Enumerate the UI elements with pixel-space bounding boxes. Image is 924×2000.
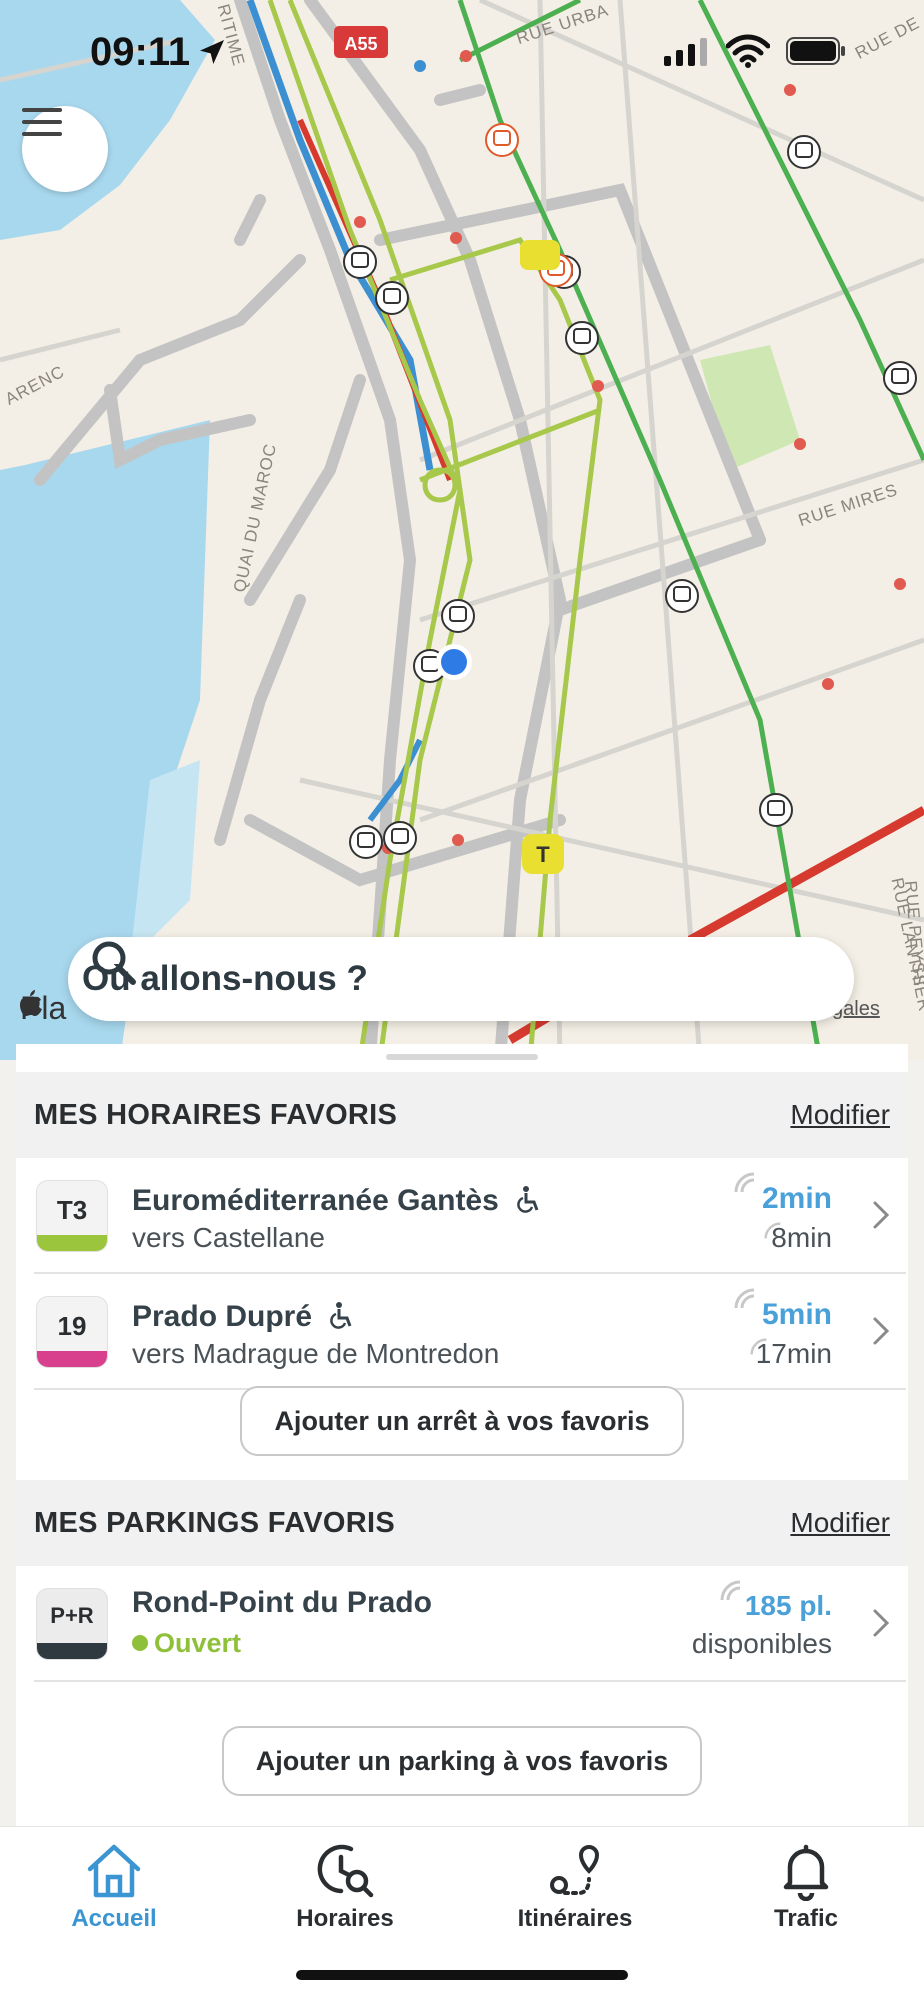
search-icon: [92, 941, 136, 985]
following-departure: 8min: [771, 1222, 832, 1253]
tab-itineraries[interactable]: Itinéraires: [475, 1841, 675, 1951]
wheelchair-icon: [330, 1302, 352, 1329]
schedules-title: MES HORAIRES FAVORIS: [34, 1098, 398, 1131]
chevron-right-icon: [873, 1201, 890, 1229]
line-badge-label: T3: [56, 1195, 88, 1225]
status-time: 09:11: [90, 30, 191, 74]
route-icon: [550, 1844, 600, 1895]
following-departure: 17min: [755, 1338, 832, 1369]
home-icon: [87, 1844, 141, 1898]
maps-credit: Pla: [20, 990, 67, 1026]
tab-schedules-label: Horaires: [296, 1905, 394, 1932]
search-input[interactable]: [82, 959, 722, 999]
hamburger-menu-icon: [22, 108, 62, 136]
realtime-icon: [734, 1288, 755, 1309]
stop-direction: vers Madrague de Montredon: [132, 1338, 500, 1369]
wheelchair-icon: [517, 1186, 539, 1213]
parkings-title: MES PARKINGS FAVORIS: [34, 1506, 396, 1539]
line-badge: T3: [36, 1180, 108, 1252]
chevron-right-icon: [873, 1317, 890, 1345]
stop-name: Prado Dupré: [132, 1300, 356, 1334]
tab-home[interactable]: Accueil: [14, 1841, 214, 1951]
next-departure: 5min: [761, 1298, 832, 1331]
tab-traffic[interactable]: Trafic: [706, 1841, 906, 1951]
next-departure: 2min: [761, 1182, 832, 1215]
search-bar[interactable]: [68, 937, 854, 1021]
schedule-row[interactable]: T3 Euroméditerranée Gantès vers Castella…: [34, 1158, 906, 1274]
svg-text:T: T: [536, 842, 550, 867]
tab-home-label: Accueil: [71, 1905, 157, 1932]
home-indicator[interactable]: [296, 1970, 628, 1980]
line-color-bar: [37, 1235, 107, 1251]
sheet-grabber[interactable]: [386, 1054, 538, 1060]
menu-button[interactable]: [22, 106, 108, 192]
park-badge-label: P+R: [50, 1603, 94, 1628]
chevron-right-icon: [873, 1609, 890, 1637]
schedules-modify-link[interactable]: Modifier: [790, 1099, 890, 1131]
schedule-row[interactable]: 19 Prado Dupré vers Madrague de Montredo…: [34, 1274, 906, 1390]
tab-schedules[interactable]: Horaires: [245, 1841, 445, 1951]
stop-name: Euroméditerranée Gantès: [132, 1184, 543, 1218]
line-badge: 19: [36, 1296, 108, 1368]
available-places-label: disponibles: [691, 1628, 832, 1659]
favorites-sheet: MES HORAIRES FAVORIS Modifier T3 Euroméd…: [16, 1044, 908, 1826]
add-stop-button[interactable]: Ajouter un arrêt à vos favoris: [240, 1386, 684, 1456]
status-bar: 09:11: [0, 0, 924, 110]
bell-icon: [783, 1844, 829, 1901]
realtime-icon: [734, 1172, 755, 1193]
parking-status: Ouvert: [132, 1628, 241, 1659]
parkings-header: MES PARKINGS FAVORIS Modifier: [16, 1480, 908, 1566]
parking-name: Rond-Point du Prado: [132, 1586, 432, 1619]
map-view[interactable]: T A55 QUAI DU MAROC RUE MIRES ARENC RUE …: [0, 0, 924, 1060]
park-and-ride-badge: P+R: [36, 1588, 108, 1660]
tab-itineraries-label: Itinéraires: [517, 1905, 633, 1932]
schedules-header: MES HORAIRES FAVORIS Modifier: [16, 1072, 908, 1158]
status-dot-icon: [132, 1635, 148, 1651]
parkings-modify-link[interactable]: Modifier: [790, 1507, 890, 1539]
park-color-bar: [37, 1643, 107, 1659]
available-places: 185 pl.: [744, 1590, 832, 1621]
parking-row[interactable]: P+R Rond-Point du Prado Ouvert 185 pl. d…: [34, 1566, 906, 1682]
stop-direction: vers Castellane: [132, 1222, 325, 1253]
clock-search-icon: [317, 1844, 374, 1898]
tab-traffic-label: Trafic: [773, 1905, 839, 1932]
realtime-icon: [720, 1580, 741, 1601]
line-color-bar: [37, 1351, 107, 1367]
map-canvas: T A55: [0, 0, 924, 1060]
line-badge-label: 19: [57, 1311, 87, 1341]
add-parking-button[interactable]: Ajouter un parking à vos favoris: [222, 1726, 702, 1796]
